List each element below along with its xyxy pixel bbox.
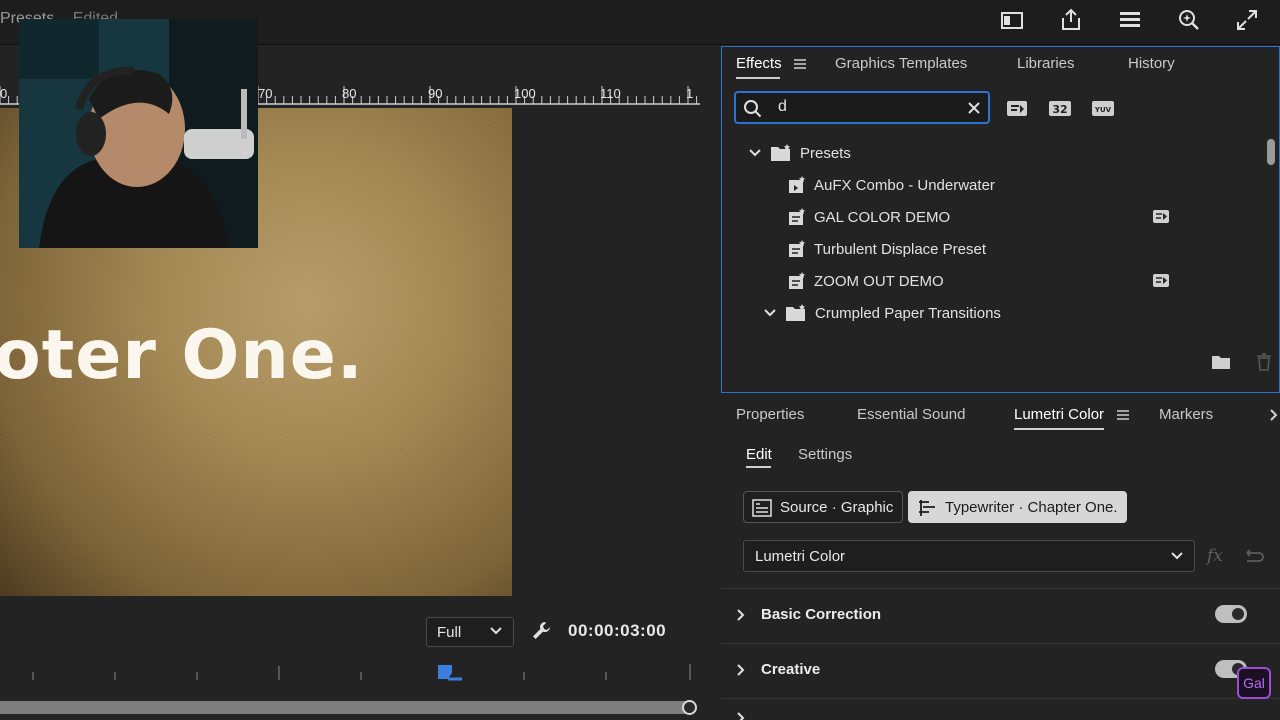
share-export-icon[interactable]: [1057, 6, 1085, 34]
timeline-clip-icon: [919, 500, 935, 516]
wrench-icon[interactable]: [530, 620, 552, 642]
playback-resolution-value: Full: [437, 623, 462, 641]
accelerated-effects-icon: [1153, 210, 1169, 223]
tree-item-preset[interactable]: Turbulent Displace Preset: [788, 235, 986, 263]
preset-icon: [789, 272, 805, 289]
tree-item-preset[interactable]: ZOOM OUT DEMO: [788, 267, 944, 295]
effects-tree: Presets AuFX Combo - Underwater GAL COLO…: [734, 137, 1264, 333]
tree-item-preset[interactable]: AuFX Combo - Underwater: [788, 171, 995, 199]
tree-item-label: ZOOM OUT DEMO: [814, 272, 944, 290]
tab-libraries[interactable]: Libraries: [1017, 55, 1075, 72]
zoom-scrollbar-handle[interactable]: [682, 700, 697, 715]
tree-item-label: AuFX Combo - Underwater: [814, 176, 995, 194]
source-graphic-label: Source · Graphic: [780, 498, 894, 516]
folder-star-icon: [771, 144, 790, 161]
panel-menu-icon[interactable]: [1116, 409, 1130, 421]
svg-text:YUV: YUV: [1094, 106, 1112, 114]
accelerated-effects-icon: [1153, 274, 1169, 287]
section-toggle[interactable]: [1215, 605, 1247, 623]
playback-resolution-select[interactable]: Full: [426, 617, 514, 647]
gal-watermark-badge: Gal: [1237, 667, 1271, 699]
chevron-down-icon[interactable]: [748, 146, 762, 160]
lumetri-panel: Properties Essential Sound Lumetri Color…: [721, 396, 1280, 720]
section-basic-correction[interactable]: Basic Correction: [721, 588, 1280, 643]
ruler-label: 110: [600, 86, 621, 101]
tab-lumetri-color[interactable]: Lumetri Color: [1014, 406, 1104, 423]
svg-text:32: 32: [1052, 103, 1067, 116]
subtab-edit[interactable]: Edit: [746, 446, 772, 463]
tab-history[interactable]: History: [1128, 55, 1175, 72]
preset-icon: [789, 176, 805, 193]
preset-icon: [789, 240, 805, 257]
tree-item-preset[interactable]: GAL COLOR DEMO: [788, 203, 950, 231]
effects-search-field[interactable]: d: [734, 91, 990, 124]
close-icon[interactable]: [966, 100, 982, 116]
ruler-label: 90: [428, 86, 443, 101]
ruler-label: 100: [514, 86, 536, 101]
panel-menu-icon[interactable]: [793, 58, 807, 70]
chevron-down-icon: [1171, 552, 1183, 560]
section-title: Creative: [761, 661, 821, 678]
tab-properties[interactable]: Properties: [736, 406, 804, 423]
tree-folder-crumpled-paper[interactable]: Crumpled Paper Transitions: [763, 299, 1001, 327]
zoom-scrollbar[interactable]: [0, 701, 688, 714]
search-help-icon[interactable]: [1175, 6, 1203, 34]
effects-scrollbar[interactable]: [1267, 139, 1275, 165]
source-graphic-button[interactable]: Source · Graphic: [743, 491, 903, 523]
effect-dropdown[interactable]: Lumetri Color: [743, 540, 1195, 572]
chevron-right-icon[interactable]: [735, 663, 747, 677]
tree-item-label: Crumpled Paper Transitions: [815, 304, 1001, 322]
playhead-marker[interactable]: [436, 663, 464, 681]
32-bit-icon[interactable]: 32: [1048, 97, 1072, 119]
section-next: [721, 698, 1280, 720]
title-overlay-text: oter One.: [0, 316, 364, 395]
ruler-label: 70: [258, 86, 273, 101]
tree-item-label: Presets: [800, 144, 851, 162]
effects-panel: Effects Graphics Templates Libraries His…: [721, 46, 1280, 393]
section-creative[interactable]: Creative: [721, 643, 1280, 698]
active-tab-underline: [1014, 428, 1104, 430]
webcam-feed: [19, 19, 258, 248]
progress-list-icon[interactable]: [1116, 6, 1144, 34]
new-bin-folder-icon[interactable]: [1211, 353, 1231, 371]
chevron-down-icon: [490, 627, 502, 635]
tab-effects[interactable]: Effects: [736, 55, 782, 72]
fullscreen-icon[interactable]: [1233, 6, 1261, 34]
tree-folder-presets[interactable]: Presets: [748, 139, 851, 167]
chevron-right-icon[interactable]: [1269, 408, 1279, 422]
chevron-down-icon[interactable]: [763, 306, 777, 320]
panel-layout-icon[interactable]: [998, 6, 1026, 34]
clip-typewriter-button[interactable]: Typewriter · Chapter One.: [908, 491, 1127, 523]
section-title: Basic Correction: [761, 606, 882, 623]
reset-icon[interactable]: [1243, 547, 1265, 563]
effects-search-input[interactable]: d: [778, 98, 787, 116]
timecode-display[interactable]: 00:00:03:00: [568, 621, 666, 641]
ruler-label: 1: [686, 86, 694, 101]
tab-graphics-templates[interactable]: Graphics Templates: [835, 55, 967, 72]
folder-star-icon: [786, 304, 805, 321]
accelerated-effects-icon[interactable]: [1005, 97, 1029, 119]
active-subtab-underline: [746, 466, 771, 468]
source-monitor-icon: [752, 499, 772, 517]
fx-icon[interactable]: fx: [1207, 546, 1223, 566]
preset-icon: [789, 208, 805, 225]
ruler-label: 0: [0, 86, 8, 101]
yuv-icon[interactable]: YUV: [1091, 97, 1115, 119]
clip-typewriter-label: Typewriter · Chapter One.: [945, 498, 1118, 516]
scrub-ticks: [32, 664, 691, 680]
tree-item-label: GAL COLOR DEMO: [814, 208, 951, 226]
effect-dropdown-value: Lumetri Color: [755, 547, 846, 565]
chevron-right-icon[interactable]: [735, 608, 747, 622]
tab-markers[interactable]: Markers: [1159, 406, 1213, 423]
search-icon: [744, 100, 762, 118]
ruler-label: 80: [342, 86, 357, 101]
tree-item-label: Turbulent Displace Preset: [814, 240, 987, 258]
subtab-settings[interactable]: Settings: [798, 446, 852, 463]
chevron-right-icon[interactable]: [735, 711, 747, 720]
active-tab-underline: [736, 77, 780, 79]
trash-icon[interactable]: [1254, 353, 1274, 371]
tab-essential-sound[interactable]: Essential Sound: [857, 406, 965, 423]
